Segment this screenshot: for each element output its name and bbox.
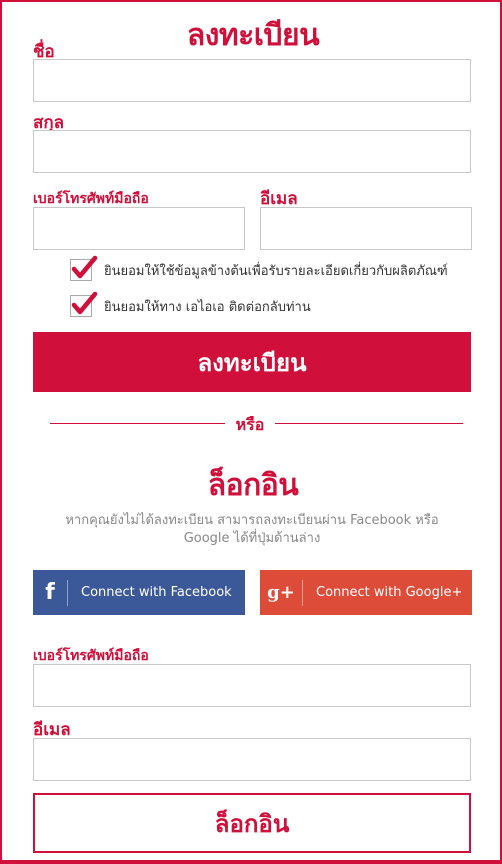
login-button[interactable]: ล็อกอิน bbox=[33, 793, 471, 853]
connect-google-label: Connect with Google+ bbox=[316, 585, 463, 600]
connect-facebook-button[interactable]: f Connect with Facebook bbox=[33, 570, 245, 615]
divider-right bbox=[275, 423, 463, 424]
login-email-field[interactable] bbox=[33, 738, 471, 781]
login-instruction: หากคุณยังไม่ได้ลงทะเบียน สามารถลงทะเบียน… bbox=[65, 513, 439, 546]
register-phone-field[interactable] bbox=[33, 207, 245, 250]
connect-facebook-label: Connect with Facebook bbox=[81, 585, 232, 600]
facebook-icon: f bbox=[45, 580, 55, 605]
facebook-separator bbox=[67, 579, 68, 606]
first-name-field[interactable] bbox=[33, 59, 471, 102]
consent-product-checkbox[interactable] bbox=[70, 255, 98, 281]
or-label: หรือ bbox=[235, 415, 265, 434]
connect-google-button[interactable]: g+ Connect with Google+ bbox=[260, 570, 472, 615]
consent-contact-checkbox[interactable] bbox=[70, 291, 98, 317]
google-plus-icon: g+ bbox=[267, 582, 295, 603]
checkmark-icon bbox=[71, 291, 98, 315]
consent-product-text: ยินยอมให้ใช้ข้อมูลข้างต้นเพื่อรับรายละเอ… bbox=[104, 263, 448, 279]
page-frame: ลงทะเบียน ชื่อ สกุล เบอร์โทรศัพท์มือถือ … bbox=[0, 0, 502, 864]
login-title: ล็อกอิน bbox=[207, 468, 299, 503]
login-phone-field[interactable] bbox=[33, 664, 471, 707]
register-email-field[interactable] bbox=[260, 207, 472, 250]
consent-contact-row[interactable]: ยินยอมให้ทาง เอไอเอ ติดต่อกลับท่าน bbox=[70, 291, 311, 317]
consent-contact-text: ยินยอมให้ทาง เอไอเอ ติดต่อกลับท่าน bbox=[104, 299, 311, 315]
google-separator bbox=[302, 579, 303, 606]
register-title: ลงทะเบียน bbox=[186, 18, 320, 53]
register-button[interactable]: ลงทะเบียน bbox=[33, 332, 471, 392]
divider-left bbox=[50, 423, 225, 424]
consent-product-row[interactable]: ยินยอมให้ใช้ข้อมูลข้างต้นเพื่อรับรายละเอ… bbox=[70, 255, 448, 281]
last-name-field[interactable] bbox=[33, 130, 471, 173]
checkmark-icon bbox=[71, 255, 98, 279]
